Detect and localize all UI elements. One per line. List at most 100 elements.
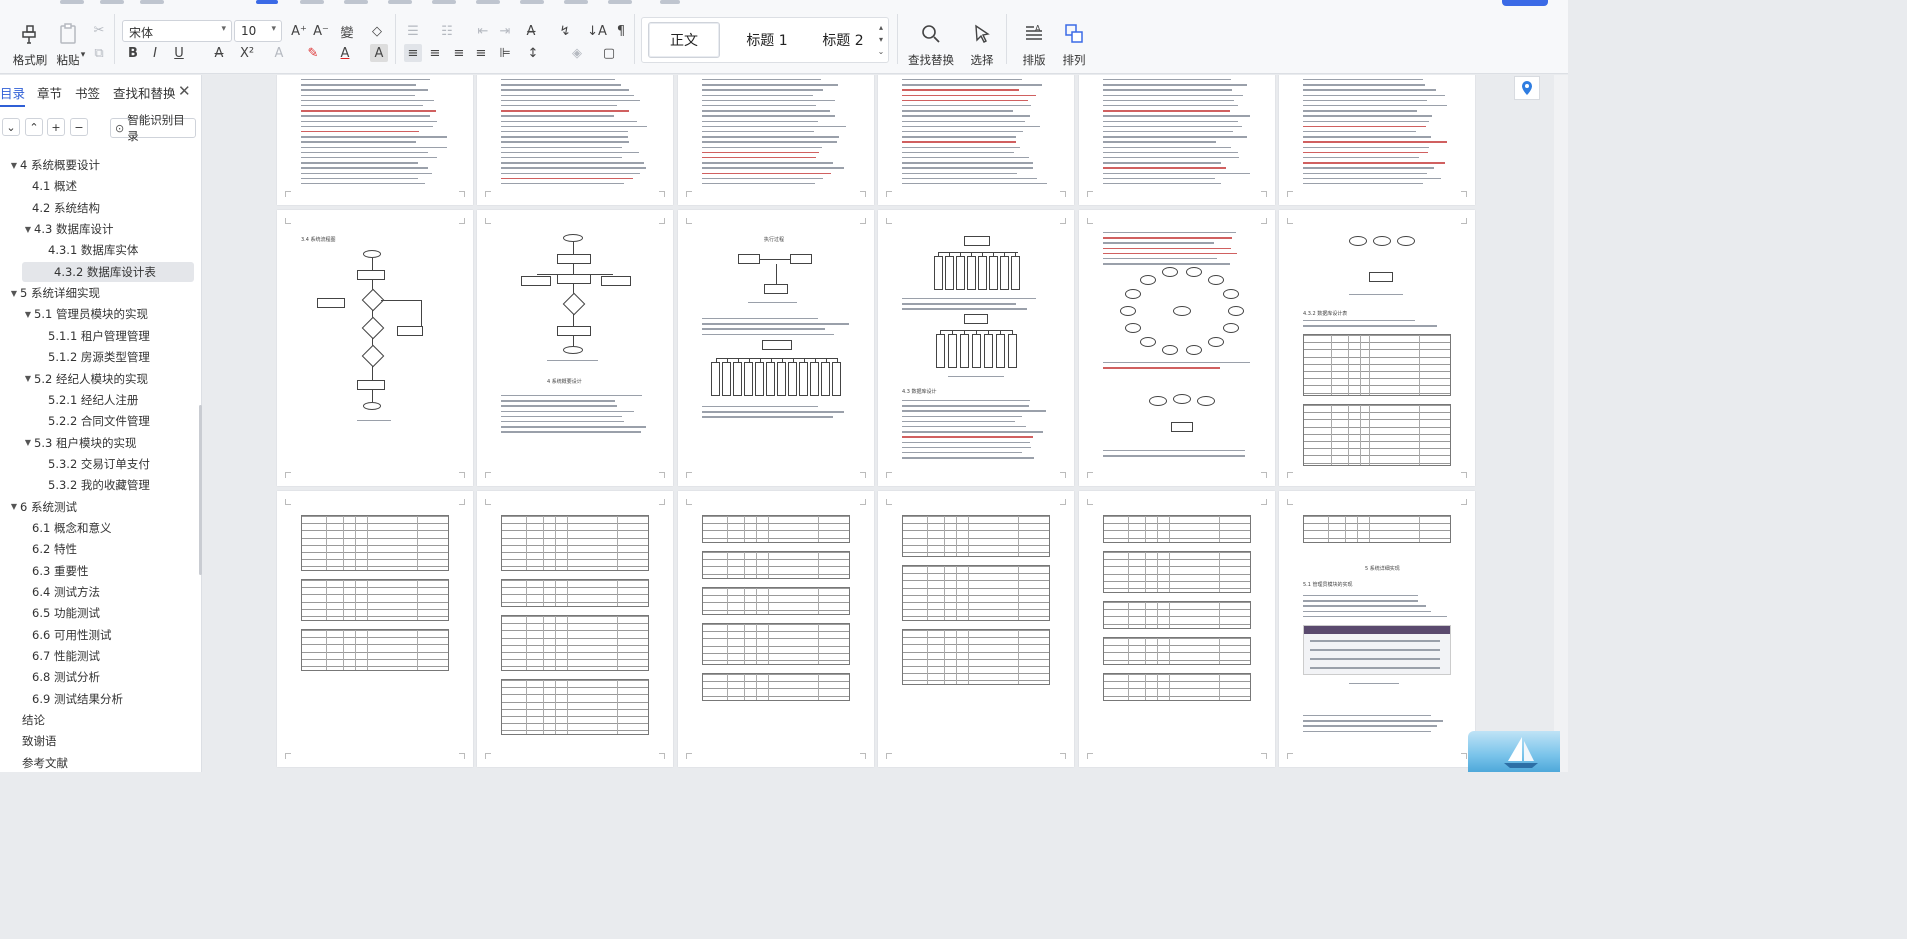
bold-icon[interactable]: B: [124, 44, 142, 62]
strikethrough-icon[interactable]: A: [210, 44, 228, 62]
toc-item[interactable]: 6.8 测试分析: [0, 667, 196, 687]
style-heading-2[interactable]: 标题 2: [808, 22, 878, 58]
toc-item[interactable]: ▼ 4 系统概要设计: [0, 155, 196, 175]
toc-item[interactable]: 4.1 概述: [0, 176, 196, 196]
toc-item[interactable]: 6.3 重要性: [0, 561, 196, 581]
expand-up-button[interactable]: ⌃: [25, 118, 43, 136]
page-thumbnail[interactable]: 4 系统概要设计: [477, 210, 673, 486]
distributed-icon[interactable]: ⊫: [496, 44, 514, 62]
border-icon[interactable]: ▢: [600, 44, 618, 62]
smart-toc-button[interactable]: ⊙ 智能识别目录: [110, 113, 196, 143]
page-thumbnail[interactable]: 执行过程: [678, 210, 874, 486]
copy-icon[interactable]: ⧉: [90, 44, 108, 62]
toc-item[interactable]: ▼ 5.3 租户模块的实现: [0, 433, 196, 453]
tab-find-replace[interactable]: 查找和替换: [113, 83, 176, 102]
toc-item[interactable]: 6.7 性能测试: [0, 646, 196, 666]
show-marks-icon[interactable]: ¶: [612, 22, 630, 40]
gallery-scroll-icon[interactable]: ▴ ▾ ⌄: [876, 22, 886, 58]
font-color-icon[interactable]: A: [336, 44, 354, 62]
toc-item[interactable]: ▼ 4.3 数据库设计: [0, 219, 196, 239]
tab-bookmarks[interactable]: 书签: [75, 83, 100, 102]
sailboat-widget[interactable]: [1468, 731, 1560, 772]
italic-icon[interactable]: I: [146, 44, 164, 62]
toc-item[interactable]: 5.3.2 我的收藏管理: [0, 475, 196, 495]
numbered-list-icon[interactable]: ☷: [438, 22, 456, 40]
page-thumbnail[interactable]: [678, 75, 874, 205]
char-shading-icon[interactable]: A: [370, 44, 388, 62]
superscript-icon[interactable]: X²: [238, 44, 256, 62]
expand-triangle-icon[interactable]: ▼: [8, 161, 20, 170]
tab-toc[interactable]: 目录: [0, 83, 26, 107]
page-thumbnail[interactable]: [1279, 75, 1475, 205]
toc-item[interactable]: 6.6 可用性测试: [0, 625, 196, 645]
toc-item[interactable]: 6.5 功能测试: [0, 603, 196, 623]
select-button[interactable]: 选择: [960, 18, 1004, 68]
bullet-list-icon[interactable]: ☰: [404, 22, 422, 40]
underline-icon[interactable]: U: [170, 44, 188, 62]
toc-item[interactable]: ▼ 5.2 经纪人模块的实现: [0, 369, 196, 389]
page-thumbnail[interactable]: [1079, 491, 1275, 767]
decrease-indent-icon[interactable]: ⇤: [474, 22, 492, 40]
toc-item[interactable]: 6.4 测试方法: [0, 582, 196, 602]
page-thumbnail[interactable]: [1079, 210, 1275, 486]
page-thumbnail[interactable]: [277, 75, 473, 205]
expand-triangle-icon[interactable]: ▼: [8, 502, 20, 511]
toc-item[interactable]: 5.1.1 租户管理管理: [0, 326, 196, 346]
toc-item[interactable]: 5.2.2 合同文件管理: [0, 411, 196, 431]
font-size-select[interactable]: 10 ▾: [234, 20, 282, 42]
toc-item[interactable]: 6.9 测试结果分析: [0, 689, 196, 709]
style-normal[interactable]: 正文: [648, 22, 720, 58]
close-icon[interactable]: ✕: [178, 82, 191, 100]
toc-item[interactable]: 致谢语: [0, 731, 196, 751]
page-thumbnail[interactable]: 5 系统详细实现 5.1 管理员模块的实现: [1279, 491, 1475, 767]
page-thumbnail[interactable]: [878, 491, 1074, 767]
style-heading-1[interactable]: 标题 1: [728, 22, 806, 58]
arrange-button[interactable]: 排列: [1052, 18, 1096, 68]
shading-icon[interactable]: ◈: [568, 44, 586, 62]
find-replace-button[interactable]: 查找替换: [906, 18, 956, 68]
page-thumbnail[interactable]: [1079, 75, 1275, 205]
toc-item[interactable]: 4.3.1 数据库实体: [0, 240, 196, 260]
page-thumbnail[interactable]: 4.3.2 数据库设计表: [1279, 210, 1475, 486]
align-left-icon[interactable]: ≡: [404, 44, 422, 62]
add-heading-button[interactable]: +: [47, 118, 65, 136]
page-thumbnail[interactable]: [678, 491, 874, 767]
line-break-icon[interactable]: ↯: [556, 22, 574, 40]
sort-icon[interactable]: ↓A: [587, 22, 607, 40]
increase-font-icon[interactable]: A⁺: [290, 22, 308, 40]
collapse-all-button[interactable]: ⌄: [2, 118, 20, 136]
expand-triangle-icon[interactable]: ▼: [22, 310, 34, 319]
toc-item[interactable]: 5.2.1 经纪人注册: [0, 390, 196, 410]
clear-format-icon[interactable]: ◇: [368, 22, 386, 40]
expand-triangle-icon[interactable]: ▼: [22, 225, 34, 234]
toc-item[interactable]: ▼ 6 系统测试: [0, 497, 196, 517]
decrease-font-icon[interactable]: A⁻: [312, 22, 330, 40]
toc-item[interactable]: ▼ 5 系统详细实现: [0, 283, 196, 303]
expand-triangle-icon[interactable]: ▼: [22, 374, 34, 383]
toc-item[interactable]: 结论: [0, 710, 196, 730]
location-button[interactable]: [1514, 76, 1540, 100]
expand-triangle-icon[interactable]: ▼: [22, 438, 34, 447]
toc-item[interactable]: 5.3.2 交易订单支付: [0, 454, 196, 474]
page-thumbnail[interactable]: 4.3 数据库设计: [878, 210, 1074, 486]
toc-item[interactable]: 5.1.2 房源类型管理: [0, 347, 196, 367]
font-name-select[interactable]: 宋体 ▾: [122, 20, 232, 42]
nav-scrollbar[interactable]: [199, 405, 202, 575]
page-thumbnail[interactable]: 3.4 系统流程图: [277, 210, 473, 486]
remove-heading-button[interactable]: −: [70, 118, 88, 136]
toc-item[interactable]: 6.1 概念和意义: [0, 518, 196, 538]
toc-item[interactable]: 4.3.2 数据库设计表: [22, 261, 194, 282]
page-thumbnail[interactable]: [477, 75, 673, 205]
expand-triangle-icon[interactable]: ▼: [8, 289, 20, 298]
line-spacing-icon[interactable]: ↕: [524, 44, 542, 62]
align-center-icon[interactable]: ≡: [426, 44, 444, 62]
toc-item[interactable]: 6.2 特性: [0, 539, 196, 559]
highlight-icon[interactable]: ✎: [304, 44, 322, 62]
text-direction-icon[interactable]: A̶: [522, 22, 540, 40]
cut-icon[interactable]: ✂: [90, 21, 108, 39]
justify-icon[interactable]: ≡: [472, 44, 490, 62]
typeset-button[interactable]: A 排版: [1012, 18, 1056, 68]
align-right-icon[interactable]: ≡: [450, 44, 468, 62]
tab-sections[interactable]: 章节: [37, 83, 62, 102]
increase-indent-icon[interactable]: ⇥: [496, 22, 514, 40]
